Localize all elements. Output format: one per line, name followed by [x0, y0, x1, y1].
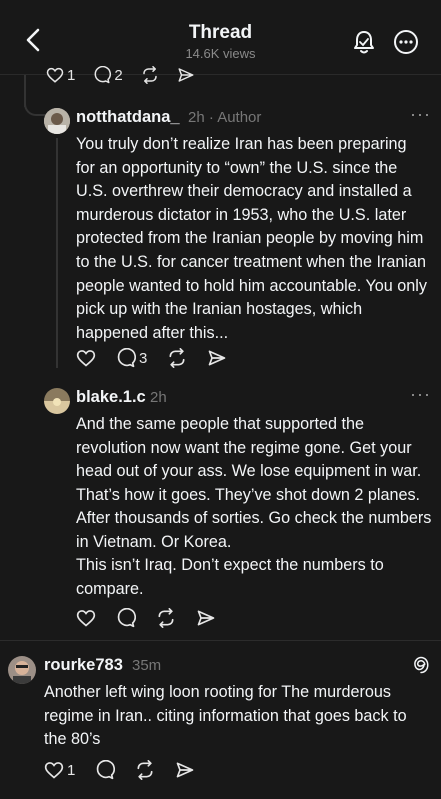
more-options-icon[interactable]: ···	[410, 104, 431, 125]
post-text: Another left wing loon rooting for The m…	[44, 683, 407, 749]
heart-icon	[76, 350, 96, 367]
divider	[0, 640, 441, 641]
threads-logo-icon	[414, 656, 429, 674]
comment-icon	[117, 348, 136, 368]
header: Thread 14.6K views 1 2	[0, 0, 441, 84]
bell-icon[interactable]	[350, 28, 378, 56]
thread-connector-author	[56, 138, 58, 368]
like-button[interactable]	[76, 348, 96, 368]
send-icon	[197, 610, 215, 626]
share-button[interactable]	[207, 348, 227, 368]
post-time: 2h · Author	[188, 109, 261, 126]
reply-button[interactable]	[95, 760, 116, 780]
reply-button[interactable]	[116, 608, 136, 628]
thread-connector-curve	[24, 92, 48, 116]
time-label: 2h	[188, 109, 205, 126]
like-count: 1	[67, 66, 76, 84]
repost-icon	[158, 608, 174, 628]
reply-count: 3	[139, 349, 148, 367]
repost-button[interactable]	[167, 348, 187, 368]
share-button[interactable]	[175, 760, 195, 780]
avatar[interactable]	[44, 388, 70, 414]
more-icon[interactable]	[392, 28, 420, 56]
like-button[interactable]: 1	[44, 760, 75, 780]
send-icon	[177, 762, 194, 778]
reply-count: 2	[114, 66, 123, 84]
author-badge: · Author	[208, 109, 262, 126]
post-text: And the same people that supported the r…	[76, 415, 432, 551]
heart-icon	[76, 610, 96, 627]
post-time: 2h	[150, 389, 167, 406]
share-button[interactable]	[196, 608, 216, 628]
username[interactable]: notthatdana_	[76, 108, 180, 127]
like-button[interactable]	[76, 608, 96, 628]
username[interactable]: blake.1.c	[76, 388, 146, 407]
comment-icon	[97, 760, 116, 780]
post-actions: 3	[76, 346, 247, 370]
send-icon[interactable]	[177, 66, 195, 84]
avatar[interactable]	[44, 108, 70, 134]
repost-button[interactable]	[135, 760, 155, 780]
reply-button[interactable]: 3	[116, 348, 147, 368]
post-time: 35m	[132, 657, 162, 674]
post-actions: 1	[44, 758, 215, 782]
previous-post-actions: 1 2	[46, 66, 246, 84]
like-count: 1	[67, 761, 76, 779]
repost-icon	[137, 760, 153, 780]
repost-icon	[169, 348, 185, 368]
heart-icon	[44, 762, 64, 779]
heart-icon[interactable]	[46, 66, 64, 84]
repost-icon[interactable]	[141, 66, 159, 84]
avatar[interactable]	[8, 656, 36, 684]
send-icon	[209, 350, 226, 366]
post-text-continued: This isn’t Iraq. Don’t expect the number…	[76, 556, 384, 598]
username[interactable]: rourke783	[44, 656, 123, 675]
comment-icon[interactable]	[93, 66, 112, 84]
repost-button[interactable]	[156, 608, 176, 628]
post-text: You truly don’t realize Iran has been pr…	[76, 135, 427, 342]
comment-icon	[117, 608, 136, 628]
more-options-icon[interactable]: ···	[410, 384, 431, 405]
post-actions	[76, 606, 236, 630]
